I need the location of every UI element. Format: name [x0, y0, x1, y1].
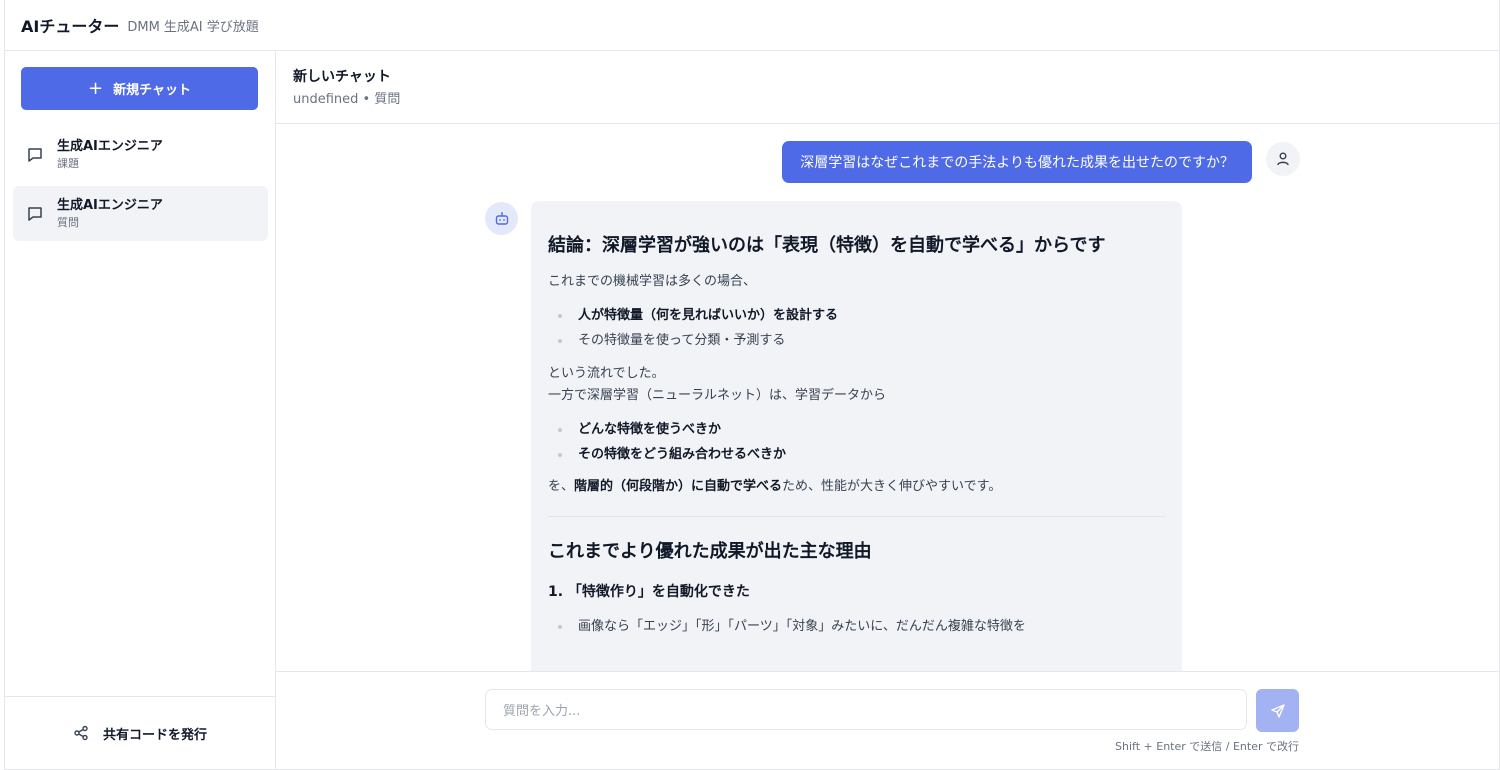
- list-item: 人が特徴量（何を見ればいいか）を設計する: [548, 303, 1165, 328]
- chat-item-subtitle: 課題: [57, 157, 79, 170]
- chat-header: 新しいチャット undefined • 質問: [276, 51, 1500, 124]
- list-item: その特徴量を使って分類・予測する: [548, 328, 1165, 353]
- section-heading: これまでより優れた成果が出た主な理由: [548, 541, 872, 562]
- chat-item-title: 生成AIエンジニア: [57, 139, 163, 154]
- share-code-label: 共有コードを発行: [102, 727, 207, 743]
- share-code-button[interactable]: 共有コードを発行: [5, 696, 275, 769]
- share-icon: [73, 725, 89, 741]
- send-icon: [1270, 703, 1285, 718]
- chat-item-title: 生成AIエンジニア: [57, 198, 163, 213]
- text-span: ため、性能が大きく伸びやすいです。: [782, 479, 1002, 494]
- sidebar: + 新規チャット 生成AIエンジニア 課題 生成AIエンジニア 質問 共有コード…: [5, 51, 276, 769]
- new-chat-label: 新規チャット: [113, 83, 191, 98]
- top-bar: AIチューター DMM 生成AI 学び放題: [5, 0, 1499, 51]
- answer-list: どんな特徴を使うべきか その特徴をどう組み合わせるべきか: [548, 417, 1165, 467]
- composer: 質問を入力... Shift + Enter で送信 / Enter で改行: [276, 671, 1500, 769]
- question-input[interactable]: 質問を入力...: [485, 689, 1247, 730]
- subsection-heading: 1. 「特徴作り」を自動化できた: [548, 584, 750, 600]
- bot-icon: [485, 202, 518, 235]
- answer-heading: 結論：深層学習が強いのは「表現（特徴）を自動で学べる」からです: [548, 235, 1106, 256]
- divider: [548, 516, 1165, 517]
- text-span: を、: [548, 479, 575, 494]
- chat-main: 新しいチャット undefined • 質問 深層学習はなぜこれまでの手法よりも…: [276, 51, 1500, 769]
- plus-icon: +: [88, 77, 104, 99]
- sidebar-chat-item-active[interactable]: 生成AIエンジニア 質問: [13, 186, 268, 241]
- input-hint: Shift + Enter で送信 / Enter で改行: [1115, 740, 1299, 753]
- answer-paragraph: 一方で深層学習（ニューラルネット）は、学習データから: [548, 388, 887, 403]
- send-button[interactable]: [1256, 689, 1299, 732]
- list-item: その特徴をどう組み合わせるべきか: [548, 442, 1165, 467]
- user-message: 深層学習はなぜこれまでの手法よりも優れた成果を出せたのですか？: [782, 141, 1252, 183]
- answer-paragraph: これまでの機械学習は多くの場合、: [548, 274, 757, 289]
- chat-meta: undefined • 質問: [293, 92, 401, 107]
- bold-span: 階層的（何段階か）に自動で学べる: [574, 479, 783, 494]
- app-title: AIチューター: [21, 17, 120, 36]
- bot-message: 結論：深層学習が強いのは「表現（特徴）を自動で学べる」からです これまでの機械学…: [531, 201, 1182, 671]
- new-chat-button[interactable]: + 新規チャット: [21, 67, 258, 110]
- sidebar-chat-item[interactable]: 生成AIエンジニア 課題: [13, 127, 268, 182]
- answer-paragraph: という流れでした。: [548, 366, 665, 381]
- answer-list: 人が特徴量（何を見ればいいか）を設計する その特徴量を使って分類・予測する: [548, 303, 1165, 353]
- list-item: どんな特徴を使うべきか: [548, 417, 1165, 442]
- chat-item-subtitle: 質問: [57, 216, 79, 229]
- user-icon: [1266, 142, 1300, 176]
- chat-bubble-icon: [25, 145, 45, 165]
- list-item: 画像なら「エッジ」「形」「パーツ」「対象」みたいに、だんだん複雑な特徴を: [548, 614, 1165, 639]
- chat-bubble-icon: [25, 204, 45, 224]
- chat-title: 新しいチャット: [293, 69, 391, 85]
- app-subtitle: DMM 生成AI 学び放題: [127, 19, 259, 35]
- app-window: AIチューター DMM 生成AI 学び放題 + 新規チャット 生成AIエンジニア…: [4, 0, 1500, 770]
- message-list[interactable]: 深層学習はなぜこれまでの手法よりも優れた成果を出せたのですか？ 結論：深層学習が…: [276, 124, 1500, 671]
- answer-list: 画像なら「エッジ」「形」「パーツ」「対象」みたいに、だんだん複雑な特徴を: [548, 614, 1165, 639]
- answer-paragraph: を、階層的（何段階か）に自動で学べるため、性能が大きく伸びやすいです。: [548, 476, 1165, 498]
